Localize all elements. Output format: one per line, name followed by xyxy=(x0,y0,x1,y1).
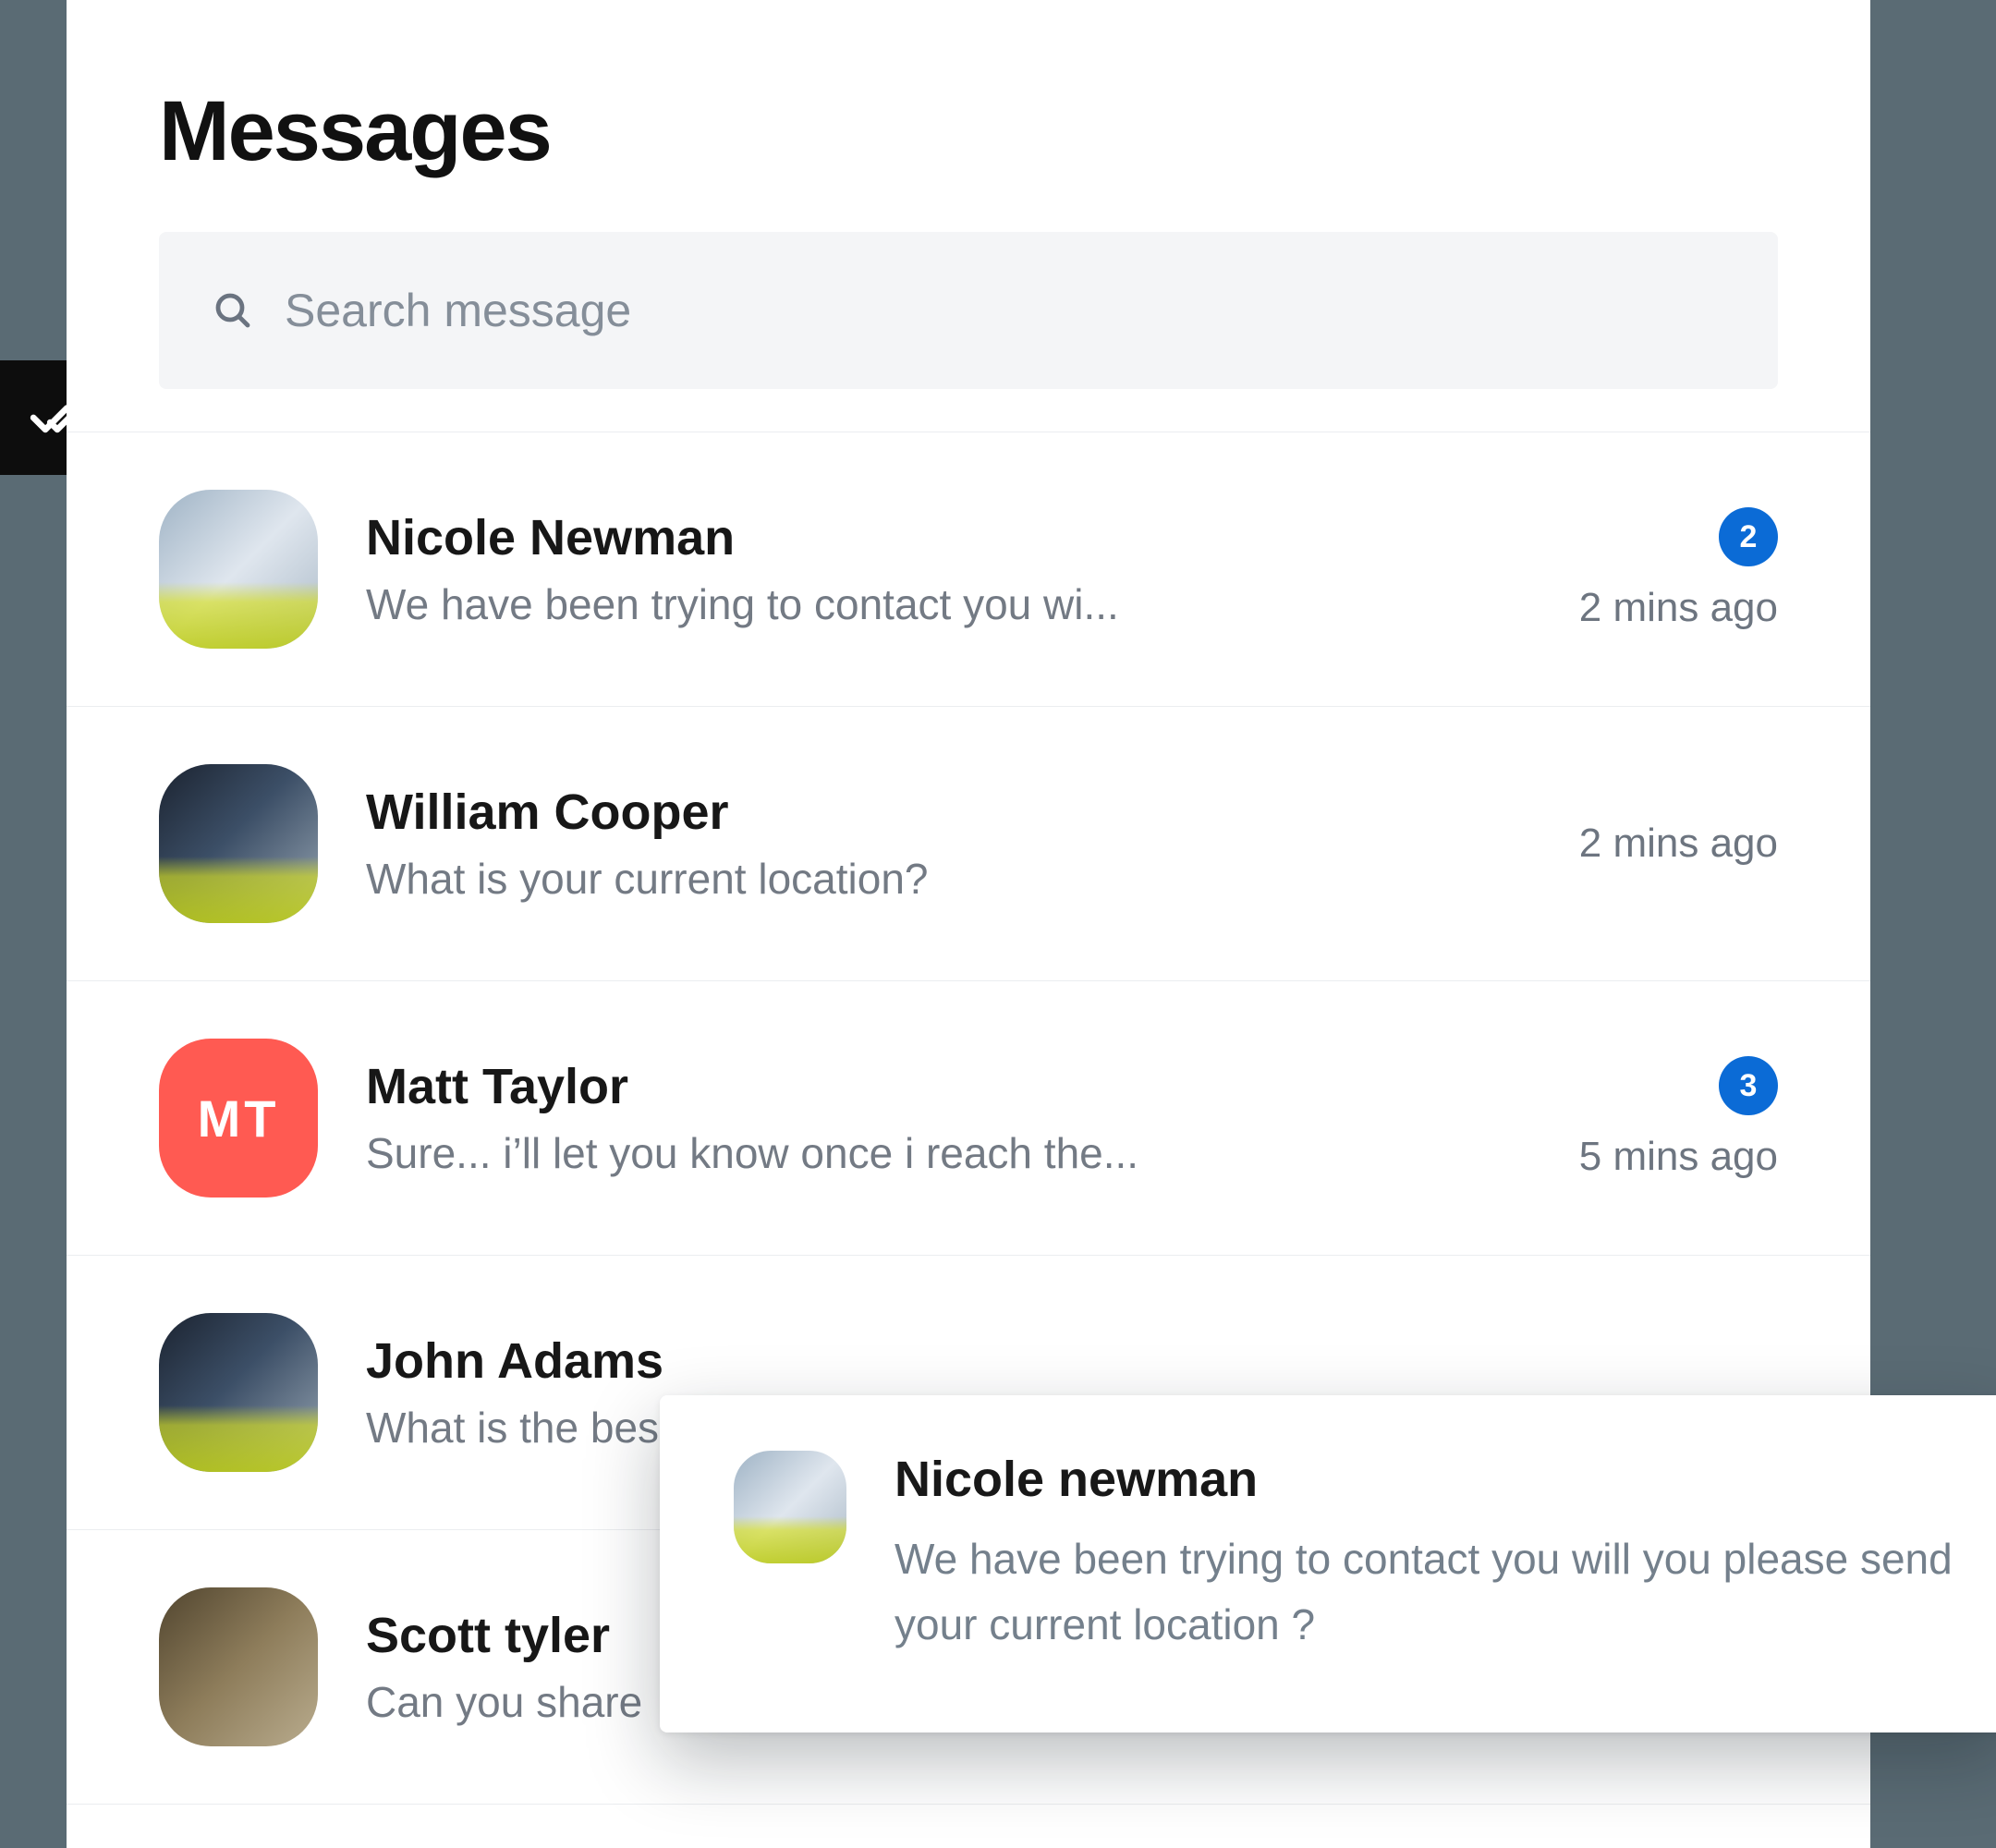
search-icon xyxy=(211,288,255,333)
conversation-name: Matt Taylor xyxy=(366,1058,1531,1115)
conversation-snippet: What is your current location? xyxy=(366,854,1531,904)
unread-badge: 3 xyxy=(1719,1056,1778,1115)
conversation-name: William Cooper xyxy=(366,784,1531,841)
search-bar[interactable] xyxy=(159,232,1778,389)
avatar xyxy=(734,1451,846,1563)
conversation-name: Nicole Newman xyxy=(366,509,1531,566)
toast-sender-name: Nicole newman xyxy=(895,1451,1953,1508)
conversation-snippet: We have been trying to contact you wi... xyxy=(366,579,1531,629)
conversation-row[interactable]: MT Matt Taylor Sure... i’ll let you know… xyxy=(67,981,1870,1256)
avatar xyxy=(159,1587,318,1746)
search-input[interactable] xyxy=(285,284,1726,337)
conversation-row[interactable]: William Cooper What is your current loca… xyxy=(67,707,1870,981)
conversation-time: 2 mins ago xyxy=(1579,585,1778,631)
unread-badge: 2 xyxy=(1719,507,1778,566)
conversation-row[interactable]: Nicole Newman We have been trying to con… xyxy=(67,432,1870,707)
toast-message: We have been trying to contact you will … xyxy=(895,1526,1953,1659)
conversation-time: 5 mins ago xyxy=(1579,1134,1778,1180)
conversation-snippet: Sure... i’ll let you know once i reach t… xyxy=(366,1128,1531,1178)
avatar xyxy=(159,1313,318,1472)
page-title: Messages xyxy=(159,83,1778,180)
conversation-time: 2 mins ago xyxy=(1579,821,1778,867)
avatar xyxy=(159,490,318,649)
message-toast[interactable]: Nicole newman We have been trying to con… xyxy=(660,1395,1996,1732)
avatar xyxy=(159,764,318,923)
avatar: MT xyxy=(159,1039,318,1198)
conversation-name: John Adams xyxy=(366,1332,1730,1390)
